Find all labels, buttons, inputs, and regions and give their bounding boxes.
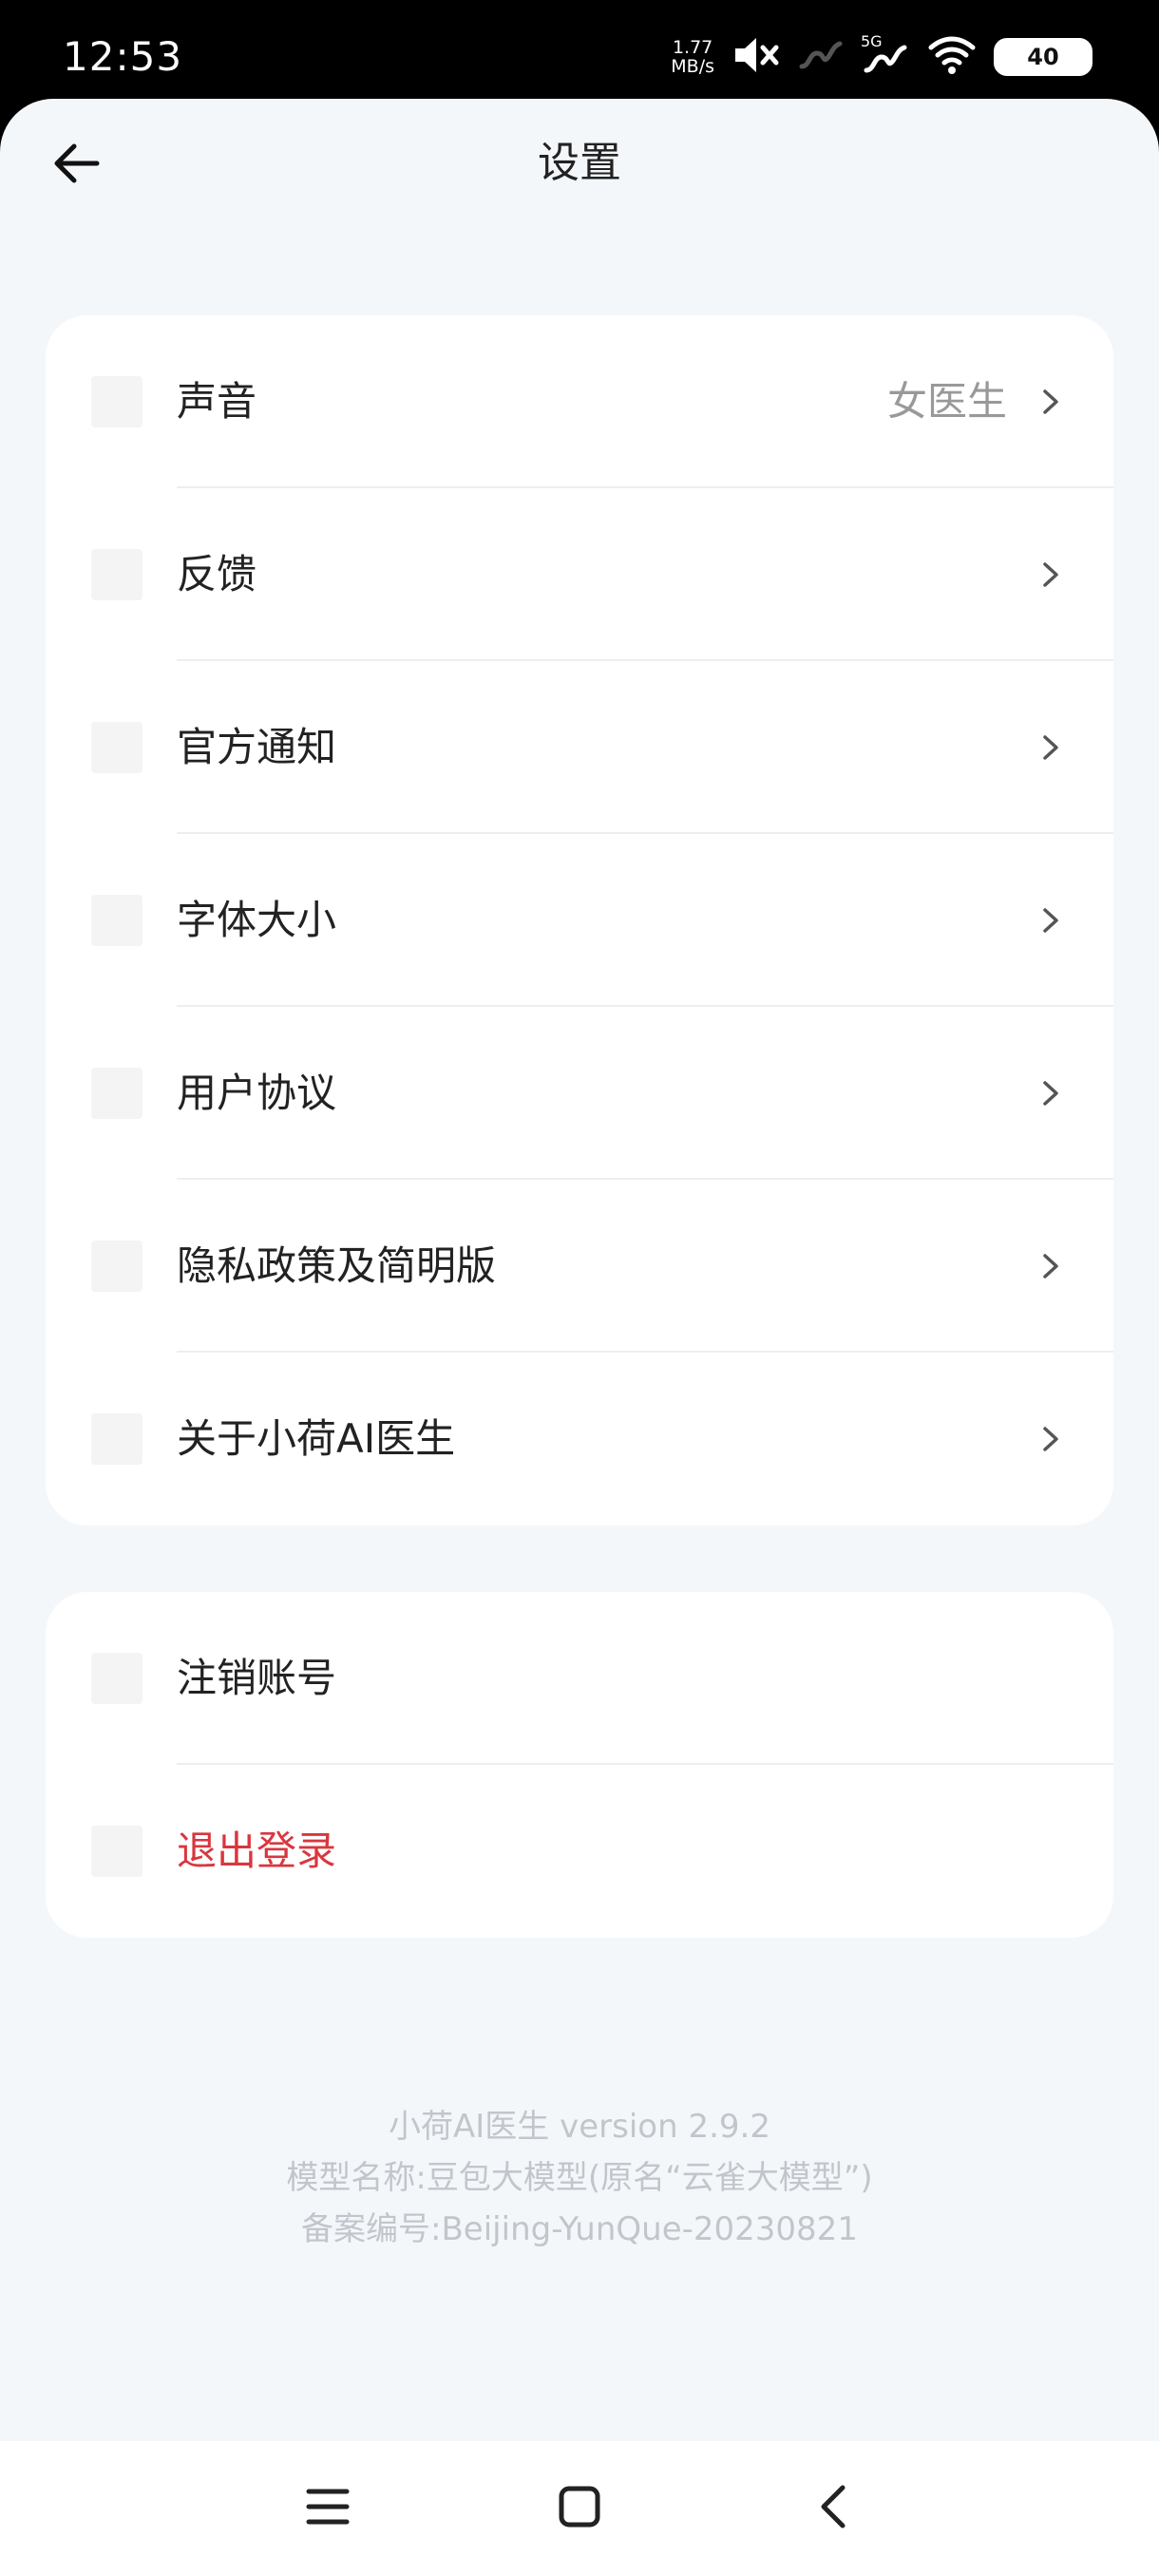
mute-icon [732, 33, 781, 81]
settings-row-about[interactable]: 关于小荷AI医生 [46, 1353, 1113, 1525]
settings-row-sound[interactable]: 声音 女医生 [46, 315, 1113, 488]
chevron-right-icon [1043, 908, 1058, 933]
nav-menu-button[interactable] [289, 2470, 367, 2548]
app-version: 小荷AI医生 version 2.9.2 [389, 2108, 770, 2146]
record-number: 备案编号:Beijing-YunQue-20230821 [301, 2210, 858, 2248]
chevron-right-icon [1043, 562, 1058, 587]
settings-row-logout[interactable]: 退出登录 [46, 1765, 1113, 1938]
settings-row-font-size[interactable]: 字体大小 [46, 834, 1113, 1007]
row-label: 关于小荷AI医生 [177, 1415, 456, 1462]
network-type-label: 5G [861, 32, 883, 50]
row-label: 声音 [177, 378, 257, 425]
row-value: 女医生 [886, 378, 1007, 425]
notice-icon [91, 722, 142, 773]
settings-row-privacy-policy[interactable]: 隐私政策及简明版 [46, 1180, 1113, 1353]
battery-icon: 40 [994, 38, 1092, 76]
feedback-icon [91, 549, 142, 600]
chevron-right-icon [1043, 1081, 1058, 1106]
row-label: 隐私政策及简明版 [177, 1242, 497, 1289]
row-label: 反馈 [177, 551, 257, 597]
status-icons: 1.77 MB/s 5G 40 [671, 27, 1092, 87]
settings-group-account: 注销账号 退出登录 [46, 1592, 1113, 1938]
nav-home-button[interactable] [541, 2470, 618, 2548]
agreement-icon [91, 1068, 142, 1119]
sound-icon [91, 376, 142, 427]
row-label: 官方通知 [177, 724, 337, 770]
network-speed-unit: MB/s [671, 56, 714, 77]
home-square-icon [558, 2485, 601, 2532]
wifi-icon [927, 34, 977, 80]
settings-group-main: 声音 女医生 反馈 官方通知 字体大小 用户协议 隐私政策及简明版 关于小荷AI… [46, 315, 1113, 1525]
row-label: 注销账号 [177, 1655, 337, 1701]
logout-label: 退出登录 [177, 1828, 337, 1874]
status-time: 12:53 [63, 33, 183, 80]
row-label: 用户协议 [177, 1070, 337, 1116]
menu-icon [305, 2486, 351, 2531]
signal-5g-icon: 5G [861, 34, 910, 76]
chevron-right-icon [1043, 735, 1058, 760]
system-nav-bar [0, 2441, 1159, 2576]
chevron-right-icon [1043, 1254, 1058, 1279]
logout-icon [91, 1826, 142, 1877]
chevron-right-icon [1043, 389, 1058, 414]
nav-back-button[interactable] [794, 2470, 872, 2548]
battery-level: 40 [1027, 44, 1059, 70]
settings-row-feedback[interactable]: 反馈 [46, 488, 1113, 661]
settings-screen: 设置 声音 女医生 反馈 官方通知 字体大小 用户协议 隐私政策及简明版 关于小… [0, 99, 1159, 2441]
privacy-icon [91, 1241, 142, 1292]
about-icon [91, 1413, 142, 1465]
chevron-right-icon [1043, 1427, 1058, 1451]
app-info: 小荷AI医生 version 2.9.2 模型名称:豆包大模型(原名“云雀大模型… [46, 2101, 1113, 2272]
row-label: 字体大小 [177, 897, 337, 943]
chevron-left-icon [814, 2482, 852, 2535]
status-bar: 12:53 1.77 MB/s 5G 40 [0, 0, 1159, 99]
network-speed: 1.77 MB/s [671, 38, 714, 76]
network-speed-value: 1.77 [672, 37, 713, 58]
settings-row-delete-account[interactable]: 注销账号 [46, 1592, 1113, 1765]
page-title: 设置 [538, 139, 621, 187]
signal-dim-icon [798, 36, 844, 78]
settings-row-official-notice[interactable]: 官方通知 [46, 661, 1113, 834]
model-name: 模型名称:豆包大模型(原名“云雀大模型”) [286, 2159, 873, 2197]
delete-account-icon [91, 1653, 142, 1704]
header: 设置 [0, 99, 1159, 228]
font-size-icon [91, 895, 142, 946]
settings-row-user-agreement[interactable]: 用户协议 [46, 1007, 1113, 1180]
